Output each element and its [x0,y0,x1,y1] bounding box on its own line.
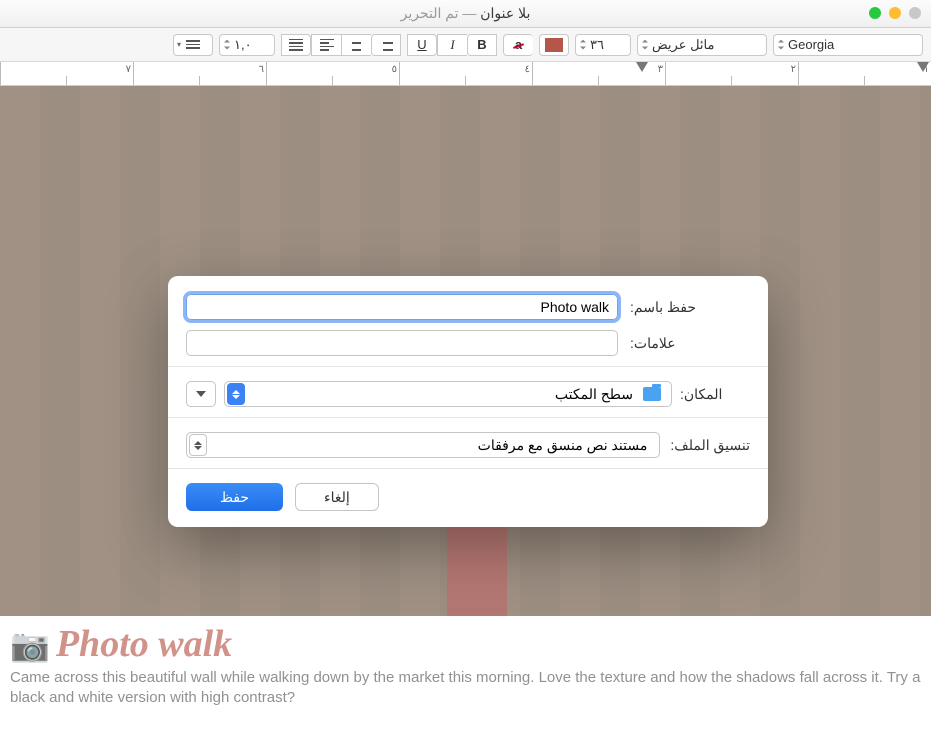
align-justify-icon [289,39,303,51]
tags-input[interactable] [186,330,618,356]
folder-icon [643,387,661,401]
font-style-select[interactable]: مائل عريض [637,34,767,56]
save-dialog: حفظ باسم: علامات: سطح المكتب المكان: [168,276,768,527]
document-text[interactable]: 📷 Photo walk Came across this beautiful … [0,616,931,709]
list-icon [186,40,200,49]
text-style-group: U I B [407,34,497,56]
list-style-button[interactable]: ▾ [173,34,213,56]
dialog-separator [168,417,768,418]
font-family-select[interactable]: Georgia [773,34,923,56]
titlebar: بلا عنوان — تم التحرير [0,0,931,28]
document-heading[interactable]: Photo walk [56,622,232,666]
dialog-separator [168,366,768,367]
underline-button[interactable]: U [407,34,437,56]
align-justify-button[interactable] [281,34,311,56]
align-left-icon [320,39,334,51]
save-button[interactable]: حفظ [186,483,283,511]
file-format-label: تنسيق الملف: [670,437,750,454]
align-right-icon [379,39,393,51]
location-label: المكان: [680,386,750,403]
bold-button[interactable]: B [467,34,497,56]
clear-style-icon: a [515,37,522,52]
clear-style-button[interactable]: a [503,34,533,56]
chevron-down-icon [196,391,206,397]
align-left-button[interactable] [311,34,341,56]
line-spacing-select[interactable]: ١,٠ [219,34,275,56]
zoom-window-button[interactable] [869,7,881,19]
font-size-select[interactable]: ٣٦ [575,34,631,56]
title-main: بلا عنوان [480,5,530,21]
text-color-button[interactable] [539,34,569,56]
tags-label: علامات: [630,335,750,352]
expand-location-button[interactable] [186,381,216,407]
alignment-group [281,34,401,56]
updown-stepper-icon [189,434,207,456]
cancel-button[interactable]: إلغاء [295,483,379,511]
camera-emoji-icon: 📷 [10,626,50,664]
location-value: سطح المكتب [245,386,637,403]
window-controls [869,7,921,19]
color-swatch-icon [545,38,563,52]
save-as-input[interactable] [186,294,618,320]
document-area[interactable]: 📷 Photo walk Came across this beautiful … [0,86,931,755]
save-as-label: حفظ باسم: [630,299,750,316]
updown-stepper-icon [227,383,245,405]
align-center-button[interactable] [341,34,371,56]
file-format-value: مستند نص منسق مع مرفقات [207,437,655,454]
align-right-button[interactable] [371,34,401,56]
dialog-separator [168,468,768,469]
location-select[interactable]: سطح المكتب [224,381,672,407]
file-format-select[interactable]: مستند نص منسق مع مرفقات [186,432,660,458]
minimize-window-button[interactable] [889,7,901,19]
format-toolbar: Georgia مائل عريض ٣٦ a U I B ١,٠ ▾ [0,28,931,62]
align-center-icon [350,39,364,51]
italic-button[interactable]: I [437,34,467,56]
app-window: بلا عنوان — تم التحرير Georgia مائل عريض… [0,0,931,755]
title-subtitle: — تم التحرير [401,5,481,21]
close-window-button[interactable] [909,7,921,19]
ruler[interactable]: ١ ٢ ٣ ٤ ٥ ٦ ٧ [0,62,931,86]
window-title: بلا عنوان — تم التحرير [0,5,931,22]
document-body[interactable]: Came across this beautiful wall while wa… [10,668,921,709]
